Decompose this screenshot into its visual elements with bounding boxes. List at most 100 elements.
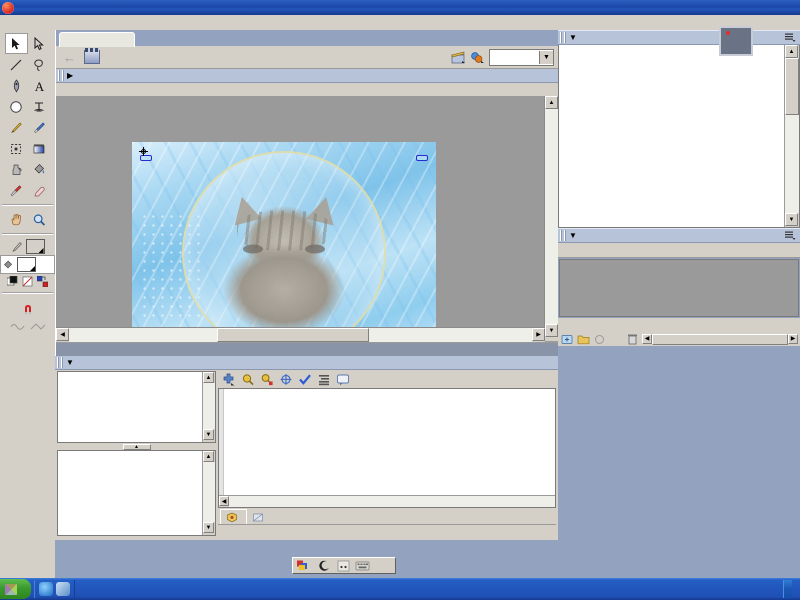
stage-canvas[interactable] [132, 142, 436, 341]
components-tree[interactable] [559, 45, 785, 227]
show-desktop-icon[interactable] [56, 582, 70, 596]
pencil-tool[interactable] [5, 117, 28, 138]
chevron-right-icon[interactable]: ▶ [67, 71, 73, 80]
add-item-icon[interactable] [222, 373, 236, 386]
swap-colors-icon[interactable] [37, 276, 48, 287]
scroll-down-arrow-icon[interactable]: ▼ [545, 324, 558, 337]
properties-icon[interactable] [594, 334, 605, 345]
actions-panel-gripper[interactable] [57, 357, 64, 368]
scroll-left-arrow-icon[interactable]: ◀ [56, 328, 69, 341]
snap-to-objects-icon[interactable] [16, 298, 39, 319]
editor-horizontal-scrollbar[interactable]: ◀ [219, 495, 555, 507]
stage-hscroll-thumb[interactable] [217, 328, 369, 342]
pin-script-button[interactable] [249, 510, 267, 524]
start-button[interactable] [0, 579, 31, 599]
new-folder-icon[interactable] [577, 334, 590, 345]
object-scroll-up-icon[interactable]: ▲ [203, 451, 214, 462]
timeline-panel-header[interactable]: ▶ [56, 69, 559, 83]
find-icon[interactable] [241, 373, 255, 386]
check-syntax-icon[interactable] [298, 373, 312, 386]
actions-splitter[interactable]: ▲ [57, 443, 216, 450]
library-scroll-right-icon[interactable]: ▶ [788, 334, 798, 344]
toolbox-scroll-up-icon[interactable]: ▲ [203, 372, 214, 383]
smooth-icon[interactable] [10, 321, 26, 332]
brush-tool[interactable] [28, 117, 51, 138]
straighten-icon[interactable] [30, 321, 46, 332]
components-panel-gripper[interactable] [560, 32, 567, 43]
paint-bucket-tool[interactable] [28, 159, 51, 180]
components-scroll-down-icon[interactable]: ▼ [785, 213, 798, 226]
back-arrow-icon[interactable]: ← [59, 50, 84, 65]
line-tool[interactable] [5, 54, 28, 75]
delete-icon[interactable] [627, 333, 638, 345]
script-tab-cat-history[interactable] [220, 509, 247, 524]
ime-logo-icon[interactable] [295, 559, 312, 573]
scroll-up-arrow-icon[interactable]: ▲ [545, 96, 558, 109]
scroll-right-arrow-icon[interactable]: ▶ [532, 328, 545, 341]
components-scrollbar[interactable]: ▲ ▼ [784, 45, 799, 227]
actions-object-tree[interactable]: ▲ ▼ [57, 450, 216, 536]
stage-horizontal-scrollbar[interactable]: ◀ ▶ [56, 327, 545, 342]
panel-options-menu-icon[interactable] [785, 33, 796, 42]
show-code-hint-icon[interactable] [336, 373, 350, 386]
eraser-tool[interactable] [28, 180, 51, 201]
library-hscroll-thumb[interactable] [652, 334, 788, 345]
actions-toolbox-tree[interactable]: ▲ ▼ [57, 371, 216, 443]
chevron-down-icon[interactable]: ▼ [569, 231, 577, 240]
components-scroll-up-icon[interactable]: ▲ [785, 45, 798, 58]
edit-symbols-icon[interactable] [470, 51, 485, 64]
object-scroll-down-icon[interactable]: ▼ [203, 522, 214, 533]
stage-hscroll-track-right[interactable] [369, 328, 532, 342]
ime-mode-icon[interactable] [316, 559, 333, 573]
ink-bottle-tool[interactable] [5, 159, 28, 180]
rectangle-tool[interactable] [28, 96, 51, 117]
stage-vertical-scrollbar[interactable]: ▲ ▼ [544, 96, 559, 341]
black-and-white-icon[interactable] [7, 276, 18, 287]
oval-tool[interactable] [5, 96, 28, 117]
library-options-menu-icon[interactable] [785, 231, 796, 240]
ime-toolbar[interactable] [292, 557, 396, 574]
actions-toolbox-scrollbar[interactable]: ▲ ▼ [202, 372, 215, 442]
stage-vscroll-track[interactable] [545, 109, 559, 324]
library-panel-header[interactable]: ▼ [558, 228, 800, 243]
insert-target-path-icon[interactable] [279, 373, 293, 386]
chevron-down-icon[interactable]: ▼ [569, 33, 577, 42]
components-scroll-thumb[interactable] [785, 58, 799, 115]
chevron-down-icon[interactable]: ▼ [539, 51, 553, 64]
panel-gripper[interactable] [58, 70, 65, 81]
zoom-combobox[interactable]: ▼ [489, 49, 554, 66]
components-panel-header[interactable]: ▼ [558, 30, 800, 45]
library-scroll-left-icon[interactable]: ◀ [642, 334, 652, 344]
fill-color-swatch[interactable] [17, 257, 36, 272]
ie-icon[interactable] [39, 582, 53, 596]
toolbox-scroll-down-icon[interactable]: ▼ [203, 429, 214, 440]
actions-panel-header[interactable]: ▼ [55, 356, 558, 370]
new-symbol-icon[interactable] [561, 334, 573, 345]
find-replace-icon[interactable] [260, 373, 274, 386]
eyedropper-tool[interactable] [5, 180, 28, 201]
chevron-down-icon[interactable]: ▼ [66, 358, 74, 367]
lasso-tool[interactable] [28, 54, 51, 75]
library-panel-gripper[interactable] [560, 230, 567, 241]
edit-scene-icon[interactable] [451, 51, 466, 64]
stroke-color-swatch[interactable] [26, 239, 45, 254]
fill-transform-tool[interactable] [28, 138, 51, 159]
library-horizontal-scrollbar[interactable]: ◀ ▶ [642, 334, 798, 345]
pen-tool[interactable] [5, 75, 28, 96]
text-tool[interactable]: A [28, 75, 51, 96]
components-scroll-track[interactable] [785, 115, 799, 213]
editor-hscroll-track[interactable] [229, 496, 555, 507]
actionscript-editor[interactable]: ◀ [218, 388, 556, 508]
library-preview-area[interactable] [559, 259, 799, 317]
editor-scroll-left-icon[interactable]: ◀ [219, 496, 229, 506]
subselection-tool[interactable] [28, 33, 51, 54]
free-transform-tool[interactable] [5, 138, 28, 159]
stage-hscroll-track-left[interactable] [69, 328, 217, 342]
selection-tool[interactable] [5, 33, 28, 54]
hand-tool[interactable] [5, 209, 28, 230]
document-tab[interactable] [59, 32, 135, 47]
auto-format-icon[interactable] [317, 373, 331, 386]
actions-object-scrollbar[interactable]: ▲ ▼ [202, 451, 215, 535]
ime-punctuation-icon[interactable] [335, 559, 352, 573]
floating-preview-widget[interactable] [719, 26, 753, 56]
